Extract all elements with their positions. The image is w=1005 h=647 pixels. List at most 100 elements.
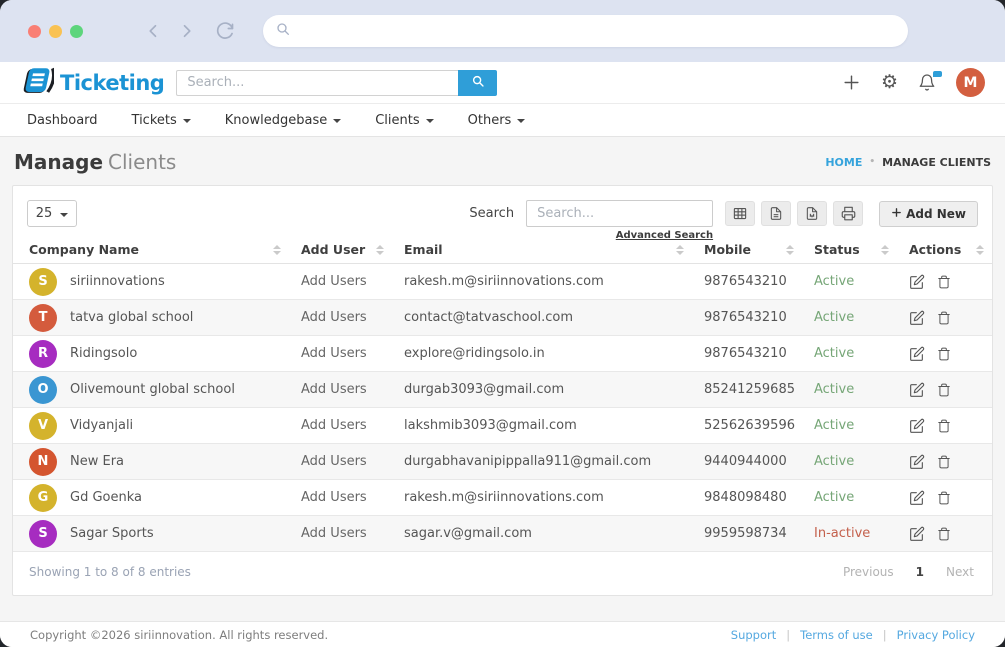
table-search-input[interactable] xyxy=(526,200,713,227)
advanced-search-link[interactable]: Advanced Search xyxy=(616,230,713,241)
add-users-link[interactable]: Add Users xyxy=(301,382,367,397)
search-label: Search xyxy=(469,206,514,221)
company-name: Olivemount global school xyxy=(70,382,235,397)
column-header-actions[interactable]: Actions xyxy=(897,236,992,264)
add-users-link[interactable]: Add Users xyxy=(301,490,367,505)
actions-cell xyxy=(897,372,992,408)
status-badge: In-active xyxy=(814,526,870,541)
header-search-button[interactable] xyxy=(458,70,497,96)
header-search-input[interactable] xyxy=(176,70,458,96)
breadcrumb-separator: • xyxy=(869,157,875,167)
mobile-cell: 9848098480 xyxy=(692,480,802,516)
status-badge: Active xyxy=(814,382,854,397)
mobile-cell: 9876543210 xyxy=(692,300,802,336)
next-page-button[interactable]: Next xyxy=(946,565,974,579)
add-users-cell: Add Users xyxy=(289,264,392,300)
browser-chrome xyxy=(0,0,1005,62)
table-row: NNew EraAdd Usersdurgabhavanipippalla911… xyxy=(13,444,992,480)
forward-icon[interactable] xyxy=(177,22,195,40)
edit-icon[interactable] xyxy=(909,274,925,290)
edit-icon[interactable] xyxy=(909,454,925,470)
notifications-bell-icon[interactable] xyxy=(918,73,936,92)
privacy-policy-link[interactable]: Privacy Policy xyxy=(897,628,975,642)
mobile-cell: 9876543210 xyxy=(692,336,802,372)
delete-trash-icon[interactable] xyxy=(937,310,951,326)
company-avatar: R xyxy=(29,340,57,368)
column-header-company-name[interactable]: Company Name xyxy=(13,236,289,264)
minimize-window-icon[interactable] xyxy=(49,25,62,38)
table-footer: Showing 1 to 8 of 8 entries Previous 1 N… xyxy=(13,552,992,595)
chevron-down-icon xyxy=(60,213,68,217)
user-avatar[interactable]: M xyxy=(956,68,985,97)
delete-trash-icon[interactable] xyxy=(937,490,951,506)
breadcrumb-home-link[interactable]: HOME xyxy=(825,156,862,169)
status-badge: Active xyxy=(814,274,854,289)
reload-icon[interactable] xyxy=(215,21,235,41)
edit-icon[interactable] xyxy=(909,310,925,326)
add-icon[interactable] xyxy=(842,73,861,92)
close-window-icon[interactable] xyxy=(28,25,41,38)
status-cell: In-active xyxy=(802,516,897,552)
add-users-link[interactable]: Add Users xyxy=(301,454,367,469)
previous-page-button[interactable]: Previous xyxy=(843,565,894,579)
brand-logo[interactable]: Ticketing xyxy=(20,66,164,100)
app-header: Ticketing ⚙ M xyxy=(0,62,1005,104)
nav-item-tickets[interactable]: Tickets xyxy=(119,104,204,136)
company-avatar: S xyxy=(29,268,57,296)
terms-of-use-link[interactable]: Terms of use xyxy=(800,628,873,642)
nav-item-others[interactable]: Others xyxy=(455,104,539,136)
add-users-link[interactable]: Add Users xyxy=(301,274,367,289)
delete-trash-icon[interactable] xyxy=(937,382,951,398)
column-header-add-user[interactable]: Add User xyxy=(289,236,392,264)
add-users-link[interactable]: Add Users xyxy=(301,310,367,325)
delete-trash-icon[interactable] xyxy=(937,418,951,434)
email-cell: durgabhavanipippalla911@gmail.com xyxy=(392,444,692,480)
add-users-link[interactable]: Add Users xyxy=(301,418,367,433)
email-cell: rakesh.m@siriinnovations.com xyxy=(392,480,692,516)
status-cell: Active xyxy=(802,300,897,336)
actions-cell xyxy=(897,336,992,372)
maximize-window-icon[interactable] xyxy=(70,25,83,38)
settings-gear-icon[interactable]: ⚙ xyxy=(881,73,898,92)
column-visibility-table-icon[interactable] xyxy=(725,201,755,226)
export-excel-file-icon[interactable] xyxy=(761,201,791,226)
export-pdf-file-icon[interactable] xyxy=(797,201,827,226)
mobile-value: 85241259685 xyxy=(704,382,795,397)
company-cell: Ssiriinnovations xyxy=(13,264,289,300)
add-users-link[interactable]: Add Users xyxy=(301,526,367,541)
delete-trash-icon[interactable] xyxy=(937,454,951,470)
sort-icon xyxy=(273,245,281,255)
edit-icon[interactable] xyxy=(909,382,925,398)
sort-icon xyxy=(881,245,889,255)
chevron-down-icon xyxy=(183,119,191,123)
add-users-link[interactable]: Add Users xyxy=(301,346,367,361)
support-link[interactable]: Support xyxy=(731,628,776,642)
edit-icon[interactable] xyxy=(909,490,925,506)
company-cell: VVidyanjali xyxy=(13,408,289,444)
add-users-cell: Add Users xyxy=(289,444,392,480)
print-icon[interactable] xyxy=(833,201,863,226)
delete-trash-icon[interactable] xyxy=(937,346,951,362)
main-nav: Dashboard Tickets Knowledgebase Clients … xyxy=(0,104,1005,137)
add-users-cell: Add Users xyxy=(289,336,392,372)
back-icon[interactable] xyxy=(145,22,163,40)
edit-icon[interactable] xyxy=(909,346,925,362)
delete-trash-icon[interactable] xyxy=(937,526,951,542)
company-name: Sagar Sports xyxy=(70,526,154,541)
page-number-button[interactable]: 1 xyxy=(916,565,924,579)
edit-icon[interactable] xyxy=(909,418,925,434)
edit-icon[interactable] xyxy=(909,526,925,542)
nav-item-knowledgebase[interactable]: Knowledgebase xyxy=(212,104,354,136)
actions-cell xyxy=(897,516,992,552)
address-bar[interactable] xyxy=(263,15,908,47)
add-new-button[interactable]: Add New xyxy=(879,201,978,227)
column-header-status[interactable]: Status xyxy=(802,236,897,264)
delete-trash-icon[interactable] xyxy=(937,274,951,290)
notification-badge xyxy=(933,71,942,77)
page-size-select[interactable]: 25 xyxy=(27,200,77,227)
nav-item-dashboard[interactable]: Dashboard xyxy=(14,104,111,136)
actions-cell xyxy=(897,408,992,444)
email-value: explore@ridingsolo.in xyxy=(404,346,545,361)
nav-item-clients[interactable]: Clients xyxy=(362,104,446,136)
page-title: ManageClients xyxy=(14,150,176,174)
